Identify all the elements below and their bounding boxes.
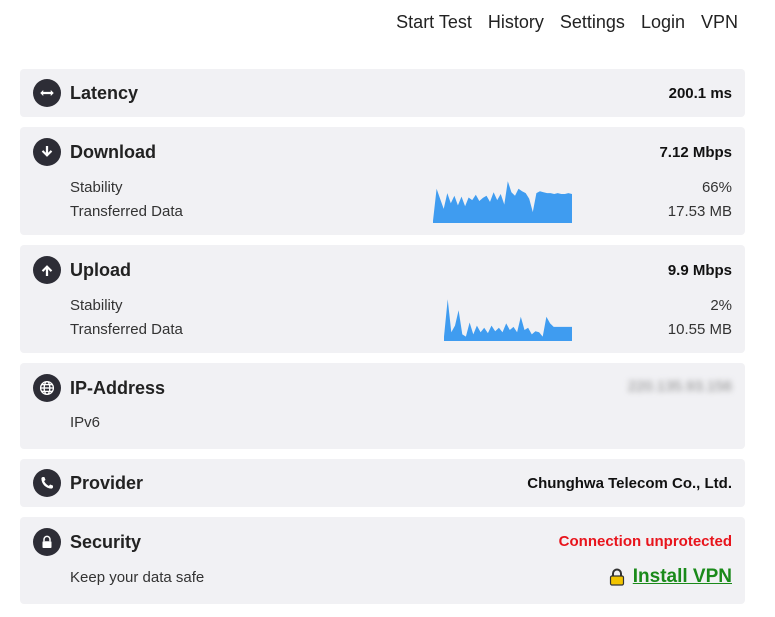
ip-address-value: 220.135.93.156 bbox=[627, 378, 732, 395]
security-status: Connection unprotected bbox=[558, 533, 732, 550]
download-sparkline bbox=[433, 181, 572, 223]
upload-stability-value: 2% bbox=[710, 297, 732, 314]
security-sub-label: Keep your data safe bbox=[70, 569, 205, 586]
download-transferred-label: Transferred Data bbox=[70, 203, 183, 220]
nav-vpn[interactable]: VPN bbox=[701, 10, 738, 34]
upload-speed: 9.9 Mbps bbox=[667, 262, 732, 279]
download-stability-value: 66% bbox=[701, 179, 732, 196]
provider-name: Chunghwa Telecom Co., Ltd. bbox=[527, 475, 732, 492]
upload-sparkline bbox=[444, 299, 572, 341]
ip-address-card: IP-Address 220.135.93.156 IPv6 bbox=[20, 363, 745, 449]
upload-sparkline-area bbox=[444, 299, 572, 341]
top-navigation: Start Test History Settings Login VPN bbox=[396, 10, 738, 34]
download-card: Download 7.12 Mbps Stability 66% Transfe… bbox=[20, 127, 745, 235]
vpn-lock-icon bbox=[609, 568, 624, 586]
provider-title: Provider bbox=[70, 472, 144, 493]
download-speed: 7.12 Mbps bbox=[659, 144, 732, 161]
latency-card: Latency 200.1 ms bbox=[20, 69, 745, 117]
latency-title: Latency bbox=[70, 82, 139, 103]
arrow-down-icon bbox=[33, 138, 61, 166]
download-stability-label: Stability bbox=[70, 179, 123, 196]
nav-start-test[interactable]: Start Test bbox=[396, 10, 472, 34]
lock-icon bbox=[33, 528, 61, 556]
install-vpn-link[interactable]: Install VPN bbox=[607, 566, 732, 588]
upload-title: Upload bbox=[70, 259, 131, 280]
nav-login[interactable]: Login bbox=[641, 10, 685, 34]
latency-value: 200.1 ms bbox=[668, 85, 732, 102]
security-title: Security bbox=[70, 531, 142, 552]
arrows-horizontal-icon bbox=[33, 79, 61, 107]
upload-transferred-label: Transferred Data bbox=[70, 321, 183, 338]
ip-address-title: IP-Address bbox=[70, 377, 166, 398]
globe-icon bbox=[33, 374, 61, 402]
nav-history[interactable]: History bbox=[488, 10, 544, 34]
upload-transferred-value: 10.55 MB bbox=[667, 321, 732, 338]
nav-settings[interactable]: Settings bbox=[560, 10, 625, 34]
download-title: Download bbox=[70, 141, 156, 162]
phone-icon bbox=[33, 469, 61, 497]
provider-card: Provider Chunghwa Telecom Co., Ltd. bbox=[20, 459, 745, 507]
upload-stability-label: Stability bbox=[70, 297, 123, 314]
ip-version-label: IPv6 bbox=[70, 414, 101, 431]
upload-card: Upload 9.9 Mbps Stability 2% Transferred… bbox=[20, 245, 745, 353]
download-transferred-value: 17.53 MB bbox=[667, 203, 732, 220]
install-vpn-label: Install VPN bbox=[632, 566, 732, 587]
arrow-up-icon bbox=[33, 256, 61, 284]
download-sparkline-area bbox=[433, 181, 572, 223]
security-card: Security Connection unprotected Keep you… bbox=[20, 517, 745, 604]
